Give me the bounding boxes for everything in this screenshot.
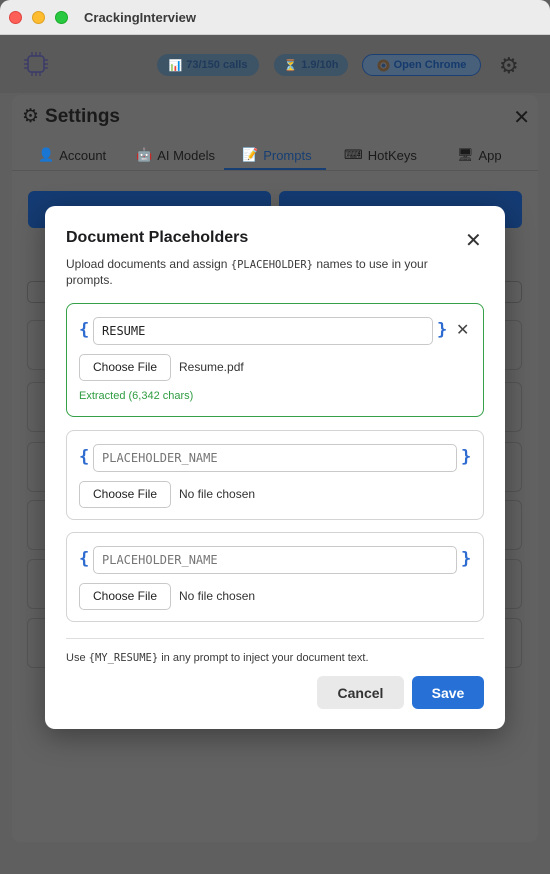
choose-file-button[interactable]: Choose File [79,354,171,381]
calls-usage-badge: 📊 73/150 calls [157,54,259,76]
placeholder-name-input[interactable] [93,317,433,345]
chrome-icon [377,58,390,72]
placeholder-card: { } Choose File No file chosen [66,532,484,622]
placeholder-card: { } ✕ Choose File Resume.pdf Extracted (… [66,303,484,417]
tab-app[interactable]: 🖥 App [457,147,502,163]
remove-placeholder-icon[interactable]: ✕ [456,320,469,340]
window-titlebar: CrackingInterview [0,0,550,35]
tab-account[interactable]: 👤 Account [38,147,106,163]
monitor-icon: 🖥 [457,147,474,162]
close-brace-icon: } [461,549,472,569]
dialog-title: Document Placeholders [66,229,249,246]
save-button[interactable]: Save [412,676,484,709]
placeholder-card: { } Choose File No file chosen [66,430,484,520]
close-icon[interactable]: ✕ [465,228,482,253]
tab-prompts[interactable]: 📝 Prompts [242,147,312,163]
minimize-window-button[interactable] [32,11,45,24]
settings-title: ⚙ Settings [22,105,120,128]
memo-icon: 📝 [242,147,259,162]
tab-ai-models[interactable]: 🤖 AI Models [136,147,215,163]
choose-file-button[interactable]: Choose File [79,583,171,610]
tab-hotkeys[interactable]: ⌨ HotKeys [344,147,417,163]
robot-icon: 🤖 [136,147,153,162]
placeholder-name-input[interactable] [93,444,457,472]
selected-file-name: No file chosen [179,589,256,603]
window-title: CrackingInterview [84,10,196,25]
selected-file-name: No file chosen [179,487,256,501]
hourglass-icon: ⏳ [283,59,298,72]
close-icon[interactable]: ✕ [513,105,530,130]
placeholder-name-input[interactable] [93,546,457,574]
document-placeholders-dialog: Document Placeholders ✕ Upload documents… [45,206,505,729]
example-placeholder-code: {MY_RESUME} [88,652,159,664]
footer-divider [66,638,484,639]
close-window-button[interactable] [9,11,22,24]
app-header: 📊 73/150 calls ⏳ 1.9/10h Open Chrome ⚙ [0,35,550,93]
zoom-window-button[interactable] [55,11,68,24]
extraction-status: Extracted (6,342 chars) [79,390,194,402]
close-brace-icon: } [437,320,448,340]
open-brace-icon: { [79,447,90,467]
gear-icon: ⚙ [22,106,40,127]
dialog-description: Upload documents and assign {PLACEHOLDER… [66,257,428,287]
cancel-button[interactable]: Cancel [317,676,404,709]
bar-chart-icon: 📊 [168,59,183,72]
gear-icon[interactable]: ⚙ [499,53,519,79]
settings-tabs: 👤 Account 🤖 AI Models 📝 Prompts ⌨ HotKey… [12,141,538,171]
usage-hint: Use {MY_RESUME} in any prompt to inject … [66,652,369,664]
open-brace-icon: { [79,320,90,340]
open-brace-icon: { [79,549,90,569]
rate-usage-badge: ⏳ 1.9/10h [274,54,348,76]
keyboard-icon: ⌨ [344,147,363,162]
user-icon: 👤 [38,147,55,162]
active-tab-indicator [224,168,326,170]
open-chrome-button[interactable]: Open Chrome [362,54,481,76]
ai-chip-logo-icon [24,52,48,76]
choose-file-button[interactable]: Choose File [79,481,171,508]
placeholder-syntax-code: {PLACEHOLDER} [230,259,313,271]
selected-file-name: Resume.pdf [179,360,244,374]
close-brace-icon: } [461,447,472,467]
